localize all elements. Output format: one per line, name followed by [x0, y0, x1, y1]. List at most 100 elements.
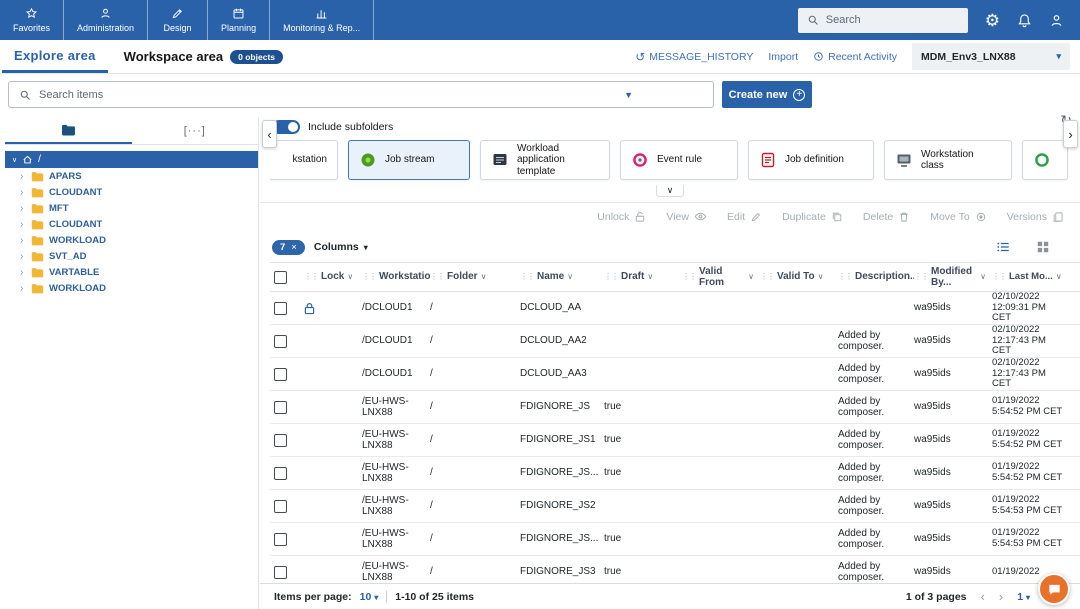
- recent-activity-link[interactable]: Recent Activity: [813, 51, 897, 63]
- sort-caret-icon[interactable]: ∨: [347, 272, 353, 281]
- drag-handle-icon[interactable]: ⋮⋮: [992, 272, 1006, 281]
- search-items-field[interactable]: ▼: [8, 81, 714, 108]
- sort-caret-icon[interactable]: ∨: [748, 272, 754, 281]
- tree-folder-item[interactable]: › APARS: [5, 168, 258, 184]
- drag-handle-icon[interactable]: ⋮⋮: [838, 272, 852, 281]
- chevron-down-icon[interactable]: ∨: [12, 156, 17, 164]
- delete-action[interactable]: Delete: [863, 211, 910, 223]
- cards-expand-button[interactable]: ∨: [656, 185, 684, 197]
- drag-handle-icon[interactable]: ⋮⋮: [604, 272, 618, 281]
- row-checkbox[interactable]: [274, 533, 287, 546]
- card-workload-application-template[interactable]: Workload application template: [480, 140, 610, 180]
- table-row[interactable]: /DCLOUD1 / DCLOUD_AA2 Added by composer.…: [270, 325, 1080, 358]
- tree-folder-item[interactable]: › CLOUDANT: [5, 216, 258, 232]
- column-header-name[interactable]: ⋮⋮Name∨: [520, 271, 604, 283]
- table-row[interactable]: /EU-HWS-LNX88 / FDIGNORE_JS3 true Added …: [270, 556, 1080, 583]
- cell-name[interactable]: DCLOUD_AA2: [520, 335, 604, 347]
- card-job-stream[interactable]: Job stream: [348, 140, 470, 180]
- sort-caret-icon[interactable]: ∨: [1056, 272, 1062, 281]
- duplicate-action[interactable]: Duplicate: [782, 211, 843, 223]
- tree-folder-item[interactable]: › SVT_AD: [5, 248, 258, 264]
- tree-folder-item[interactable]: › WORKLOAD: [5, 280, 258, 296]
- engine-selector[interactable]: MDM_Env3_LNX88 ▾: [912, 43, 1070, 70]
- tree-folder-item[interactable]: › WORKLOAD: [5, 232, 258, 248]
- nav-item-monitoring[interactable]: Monitoring & Rep...: [270, 0, 374, 40]
- column-header-valid-to[interactable]: ⋮⋮Valid To∨: [760, 271, 838, 283]
- search-items-input[interactable]: [39, 89, 579, 101]
- import-link[interactable]: Import: [768, 51, 798, 63]
- cards-scroll-right-button[interactable]: ›: [1063, 120, 1078, 148]
- row-checkbox[interactable]: [274, 335, 287, 348]
- drag-handle-icon[interactable]: ⋮⋮: [430, 272, 444, 281]
- chevron-right-icon[interactable]: ›: [20, 171, 26, 182]
- column-header-modified-by[interactable]: ⋮⋮Modified By...∨: [914, 266, 992, 289]
- next-page-button[interactable]: ›: [999, 589, 1003, 604]
- cell-name[interactable]: FDIGNORE_JS...: [520, 533, 604, 545]
- card-event-rule[interactable]: Event rule: [620, 140, 738, 180]
- sidebar-tab-folders[interactable]: [5, 118, 132, 144]
- chevron-right-icon[interactable]: ›: [20, 235, 26, 246]
- table-row[interactable]: /EU-HWS-LNX88 / FDIGNORE_JS true Added b…: [270, 391, 1080, 424]
- view-action[interactable]: View: [666, 210, 707, 223]
- tree-root-item[interactable]: ∨ /: [5, 151, 258, 168]
- card-partial[interactable]: [1022, 140, 1068, 180]
- user-avatar-icon[interactable]: [1049, 13, 1064, 28]
- row-checkbox[interactable]: [274, 467, 287, 480]
- row-checkbox[interactable]: [274, 368, 287, 381]
- select-all-checkbox[interactable]: [274, 271, 287, 284]
- edit-action[interactable]: Edit: [727, 211, 762, 223]
- unlock-action[interactable]: Unlock: [597, 211, 646, 223]
- sort-caret-icon[interactable]: ∨: [567, 272, 573, 281]
- tree-folder-item[interactable]: › CLOUDANT: [5, 184, 258, 200]
- notifications-bell-icon[interactable]: [1017, 13, 1032, 28]
- tab-workspace-area[interactable]: Workspace area 0 objects: [124, 49, 283, 64]
- column-header-description[interactable]: ⋮⋮Description...∨: [838, 271, 914, 283]
- columns-filter-chip[interactable]: 7 ×: [272, 240, 305, 255]
- global-search-input[interactable]: [826, 14, 946, 26]
- chevron-right-icon[interactable]: ›: [20, 283, 26, 294]
- nav-item-planning[interactable]: Planning: [208, 0, 270, 40]
- cards-scroll-left-button[interactable]: ‹: [262, 120, 277, 148]
- drag-handle-icon[interactable]: ⋮⋮: [760, 272, 774, 281]
- page-dropdown[interactable]: 1 ▾: [1017, 591, 1030, 603]
- row-checkbox[interactable]: [274, 401, 287, 414]
- column-header-workstation[interactable]: ⋮⋮Workstation...∨: [362, 271, 430, 283]
- nav-item-design[interactable]: Design: [148, 0, 208, 40]
- cell-name[interactable]: DCLOUD_AA3: [520, 368, 604, 380]
- sort-caret-icon[interactable]: ∨: [980, 272, 986, 281]
- column-header-folder[interactable]: ⋮⋮Folder∨: [430, 271, 520, 283]
- table-row[interactable]: /DCLOUD1 / DCLOUD_AA wa95ids 02/10/2022 …: [270, 292, 1080, 325]
- column-header-last-modified[interactable]: ⋮⋮Last Mo...∨: [992, 272, 1072, 283]
- card-workstation-class[interactable]: Workstation class: [884, 140, 1012, 180]
- move-to-action[interactable]: Move To: [930, 211, 987, 223]
- column-header-lock[interactable]: ⋮⋮Lock∨: [304, 271, 362, 283]
- drag-handle-icon[interactable]: ⋮⋮: [362, 272, 376, 281]
- settings-gear-icon[interactable]: ⚙: [985, 12, 1000, 29]
- cell-name[interactable]: DCLOUD_AA: [520, 302, 604, 314]
- chevron-right-icon[interactable]: ›: [20, 203, 26, 214]
- close-icon[interactable]: ×: [291, 242, 297, 253]
- chevron-right-icon[interactable]: ›: [20, 251, 26, 262]
- table-row[interactable]: /EU-HWS-LNX88 / FDIGNORE_JS1 true Added …: [270, 424, 1080, 457]
- cell-name[interactable]: FDIGNORE_JS1: [520, 434, 604, 446]
- drag-handle-icon[interactable]: ⋮⋮: [914, 272, 928, 281]
- tree-folder-item[interactable]: › VARTABLE: [5, 264, 258, 280]
- table-row[interactable]: /EU-HWS-LNX88 / FDIGNORE_JS... true Adde…: [270, 523, 1080, 556]
- chat-support-button[interactable]: [1038, 573, 1070, 605]
- column-header-draft[interactable]: ⋮⋮Draft∨: [604, 271, 682, 283]
- tree-folder-item[interactable]: › MFT: [5, 200, 258, 216]
- table-row[interactable]: /DCLOUD1 / DCLOUD_AA3 Added by composer.…: [270, 358, 1080, 391]
- cell-name[interactable]: FDIGNORE_JS2: [520, 500, 604, 512]
- chevron-right-icon[interactable]: ›: [20, 267, 26, 278]
- sort-caret-icon[interactable]: ∨: [481, 272, 487, 281]
- row-checkbox[interactable]: [274, 302, 287, 315]
- cell-name[interactable]: FDIGNORE_JS: [520, 401, 604, 413]
- sort-caret-icon[interactable]: ∨: [818, 272, 824, 281]
- versions-action[interactable]: Versions: [1007, 211, 1064, 223]
- chevron-right-icon[interactable]: ›: [20, 187, 26, 198]
- table-row[interactable]: /EU-HWS-LNX88 / FDIGNORE_JS... true Adde…: [270, 457, 1080, 490]
- chevron-down-icon[interactable]: ▼: [624, 90, 633, 100]
- row-checkbox[interactable]: [274, 434, 287, 447]
- sort-caret-icon[interactable]: ∨: [647, 272, 653, 281]
- nav-item-administration[interactable]: Administration: [64, 0, 148, 40]
